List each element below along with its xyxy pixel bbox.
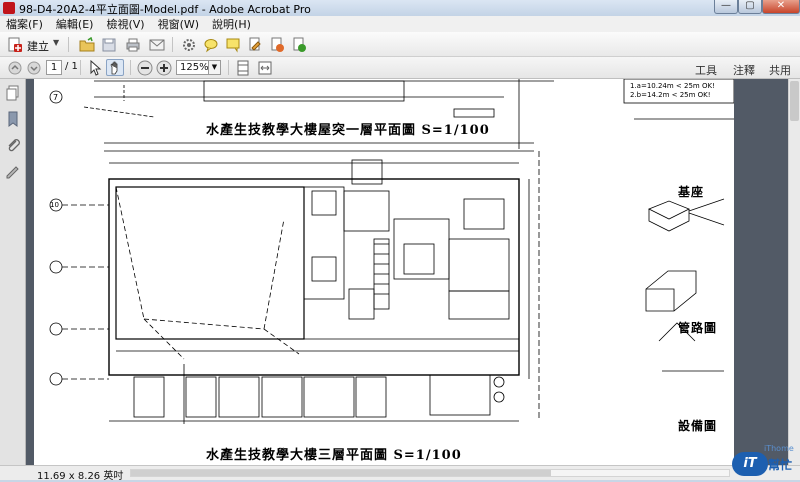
main-toolbar: 建立 ▼ [0,32,800,57]
toolbar-separator [228,60,229,75]
menu-edit[interactable]: 編輯(E) [56,16,94,32]
attachments-icon[interactable] [5,137,21,153]
toolbar-separator [80,60,81,75]
settings-gear-icon[interactable] [180,36,198,53]
caption-third-floor-plan: 水產生技教學大樓三層平面圖 S=1/100 [206,448,462,463]
fit-page-icon[interactable] [234,59,252,76]
comment-pane-link[interactable]: 注釋 [733,62,755,78]
tools-pane-link[interactable]: 工具 [695,62,717,78]
previous-page-icon[interactable] [6,59,24,76]
page-number-input[interactable]: 1 [46,60,62,75]
fit-width-icon[interactable] [256,59,274,76]
select-cursor-icon[interactable] [86,59,104,76]
toolbar-separator [172,37,173,52]
caption-roof-plan: 水產生技教學大樓屋突一層平面圖 S=1/100 [206,123,490,138]
sign-icon[interactable] [246,36,264,53]
menu-bar: 檔案(F) 編輯(E) 檢視(V) 視窗(W) 說明(H) [0,16,800,32]
note-line-1: 1.a=10.24m < 25m OK! [630,82,715,90]
hand-tool-icon[interactable] [106,59,124,76]
zoom-dropdown-icon[interactable]: ▼ [209,60,221,75]
share-pane-link[interactable]: 共用 [769,62,791,78]
acrobat-app-icon [3,2,15,14]
pdf-page: 水產生技教學大樓屋突一層平面圖 S=1/100 水產生技教學大樓三層平面圖 S=… [34,79,779,465]
watermark-sub: iThome [764,444,794,453]
create-pdf-icon[interactable] [6,36,24,53]
status-bar: 11.69 x 8.26 英吋 [0,465,800,482]
menu-file[interactable]: 檔案(F) [6,16,43,32]
export-icon[interactable] [268,36,286,53]
page-thumbnails-icon[interactable] [5,85,21,101]
vertical-scroll-thumb[interactable] [790,81,799,121]
close-button[interactable]: ✕ [762,0,800,14]
create-label[interactable]: 建立 [27,38,49,54]
sticky-note-icon[interactable] [224,36,242,53]
comment-icon[interactable] [202,36,220,53]
signatures-icon[interactable] [5,163,21,179]
zoom-in-icon[interactable] [155,59,173,76]
menu-view[interactable]: 檢視(V) [106,16,144,32]
save-icon[interactable] [100,36,118,53]
axis-label-10: 10 [50,201,59,209]
certify-icon[interactable] [290,36,308,53]
navigation-toolbar: 1 / 1 125% ▼ 工具 注釋 共用 [0,57,800,79]
page-total: / 1 [65,61,78,72]
menu-window[interactable]: 視窗(W) [158,16,199,32]
caption-equipment: 設備圖 [678,419,718,433]
acrobat-window: 98-D4-20A2-4平立面圖-Model.pdf - Adobe Acrob… [0,0,800,482]
minimize-button[interactable]: — [714,0,738,14]
toolbar-separator [68,37,69,52]
watermark-text: 幫忙 [768,458,793,472]
caption-base: 基座 [678,185,705,199]
zoom-level-input[interactable]: 125% [176,60,209,75]
maximize-button[interactable]: ▢ [738,0,762,14]
create-dropdown-icon[interactable]: ▼ [53,38,59,47]
zoom-out-icon[interactable] [136,59,154,76]
open-folder-icon[interactable] [78,36,96,53]
menu-help[interactable]: 說明(H) [212,16,251,32]
caption-piping: 管路圖 [678,321,718,335]
horizontal-scrollbar[interactable] [130,469,730,477]
title-bar: 98-D4-20A2-4平立面圖-Model.pdf - Adobe Acrob… [0,0,800,16]
axis-label-7: 7 [53,93,59,102]
next-page-icon[interactable] [25,59,43,76]
bookmarks-icon[interactable] [5,111,21,127]
toolbar-separator [130,60,131,75]
note-line-2: 2.b=14.2m < 25m OK! [630,91,711,99]
horizontal-scroll-thumb[interactable] [131,470,551,476]
ithome-watermark-logo: iThome iT 幫忙 [728,444,800,480]
email-icon[interactable] [148,36,166,53]
window-title: 98-D4-20A2-4平立面圖-Model.pdf - Adobe Acrob… [19,3,311,16]
document-viewport[interactable]: 水產生技教學大樓屋突一層平面圖 S=1/100 水產生技教學大樓三層平面圖 S=… [26,79,800,465]
watermark-badge: iT [732,452,768,476]
left-navigation-pane [0,79,26,465]
print-icon[interactable] [124,36,142,53]
vertical-scrollbar[interactable] [788,79,800,465]
